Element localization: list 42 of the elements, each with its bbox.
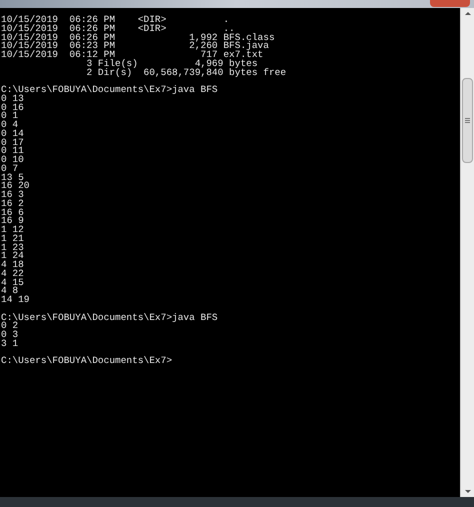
console-line: 16 2 <box>1 200 24 208</box>
console-line: 16 6 <box>1 208 24 218</box>
console-line: 10/15/2019 06:26 PM 1,992 BFS.class <box>1 34 275 42</box>
console-line: 1 23 <box>1 244 24 252</box>
scrollbar[interactable] <box>460 8 474 497</box>
console-line: 1 12 <box>1 226 24 235</box>
console-line: 0 13 <box>1 94 24 104</box>
console-line: C:\Users\FOBUYA\Documents\Ex7>java BFS <box>1 86 218 95</box>
console-line: 3 File(s) 4,969 bytes <box>86 60 258 68</box>
console-line: 0 3 <box>1 331 18 340</box>
console-line: 0 2 <box>1 322 18 331</box>
console-line: 14 19 <box>1 296 30 305</box>
console-line: 10/15/2019 06:26 PM <DIR> .. <box>1 24 235 34</box>
console-line: 16 9 <box>1 217 24 226</box>
scroll-up-icon[interactable] <box>464 12 470 15</box>
console-line: 4 18 <box>1 261 24 270</box>
console-line: 0 10 <box>1 156 24 165</box>
console-line: 16 3 <box>1 191 24 200</box>
console-line: 1 21 <box>1 234 24 244</box>
close-button[interactable] <box>430 0 470 7</box>
console-line: 0 11 <box>1 147 24 156</box>
console-line: C:\Users\FOBUYA\Documents\Ex7> <box>1 357 172 366</box>
console-line: 4 8 <box>1 287 18 296</box>
console-line: 0 14 <box>1 130 24 138</box>
console-line: 13 5 <box>1 174 24 182</box>
console-line: 16 20 <box>1 182 30 191</box>
console-line: 4 22 <box>1 270 24 278</box>
console-line: 0 1 <box>1 112 18 121</box>
scroll-down-icon[interactable] <box>464 490 470 493</box>
console-line: 4 15 <box>1 278 24 288</box>
console-line: 10/15/2019 06:26 PM <DIR> . <box>1 16 230 25</box>
console-line: 10/15/2019 06:12 PM 717 ex7.txt <box>1 51 264 60</box>
console-line: 3 1 <box>1 340 18 348</box>
scroll-thumb[interactable] <box>462 78 473 163</box>
console-line: 0 4 <box>1 121 18 130</box>
console-line: 0 17 <box>1 138 24 148</box>
console-line: 2 Dir(s) 60,568,739,840 bytes free <box>86 68 286 78</box>
console-line: 0 7 <box>1 164 18 174</box>
console-line: 10/15/2019 06:23 PM 2,260 BFS.java <box>1 42 269 51</box>
console-line: C:\Users\FOBUYA\Documents\Ex7>java BFS <box>1 314 218 322</box>
console-line: 0 16 <box>1 104 24 112</box>
console-line: 1 24 <box>1 252 24 261</box>
